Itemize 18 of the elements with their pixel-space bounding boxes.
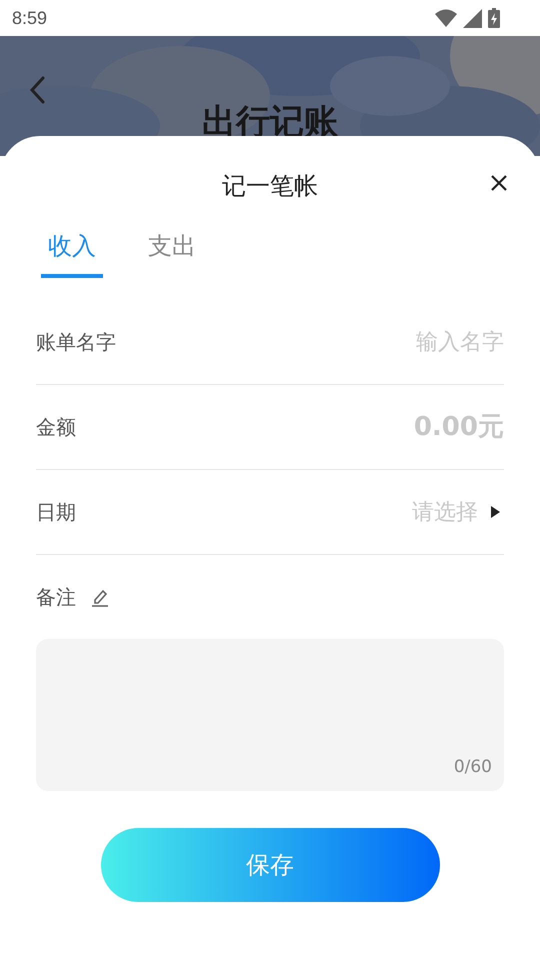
status-time: 8:59 — [12, 8, 48, 28]
tab[interactable]: 支出 — [148, 226, 196, 274]
note-field[interactable]: 0/60 — [36, 639, 504, 791]
tab[interactable]: 收入 — [41, 226, 103, 278]
field-label: 金额 — [36, 414, 76, 440]
back-icon[interactable] — [29, 76, 45, 104]
signal-icon — [463, 8, 482, 28]
sheet-title: 记一笔帐 — [222, 171, 318, 202]
save-button[interactable]: 保存 — [100, 828, 440, 902]
field-label: 备注 — [36, 584, 76, 610]
field-label: 日期 — [36, 498, 76, 526]
wifi-icon — [435, 9, 457, 27]
char-counter: 0/60 — [454, 757, 492, 777]
close-icon[interactable] — [490, 174, 508, 192]
pencil-icon[interactable] — [90, 587, 110, 607]
field-label: 账单名字 — [36, 328, 116, 356]
caret-icon — [490, 506, 500, 518]
battery-icon — [488, 8, 500, 28]
